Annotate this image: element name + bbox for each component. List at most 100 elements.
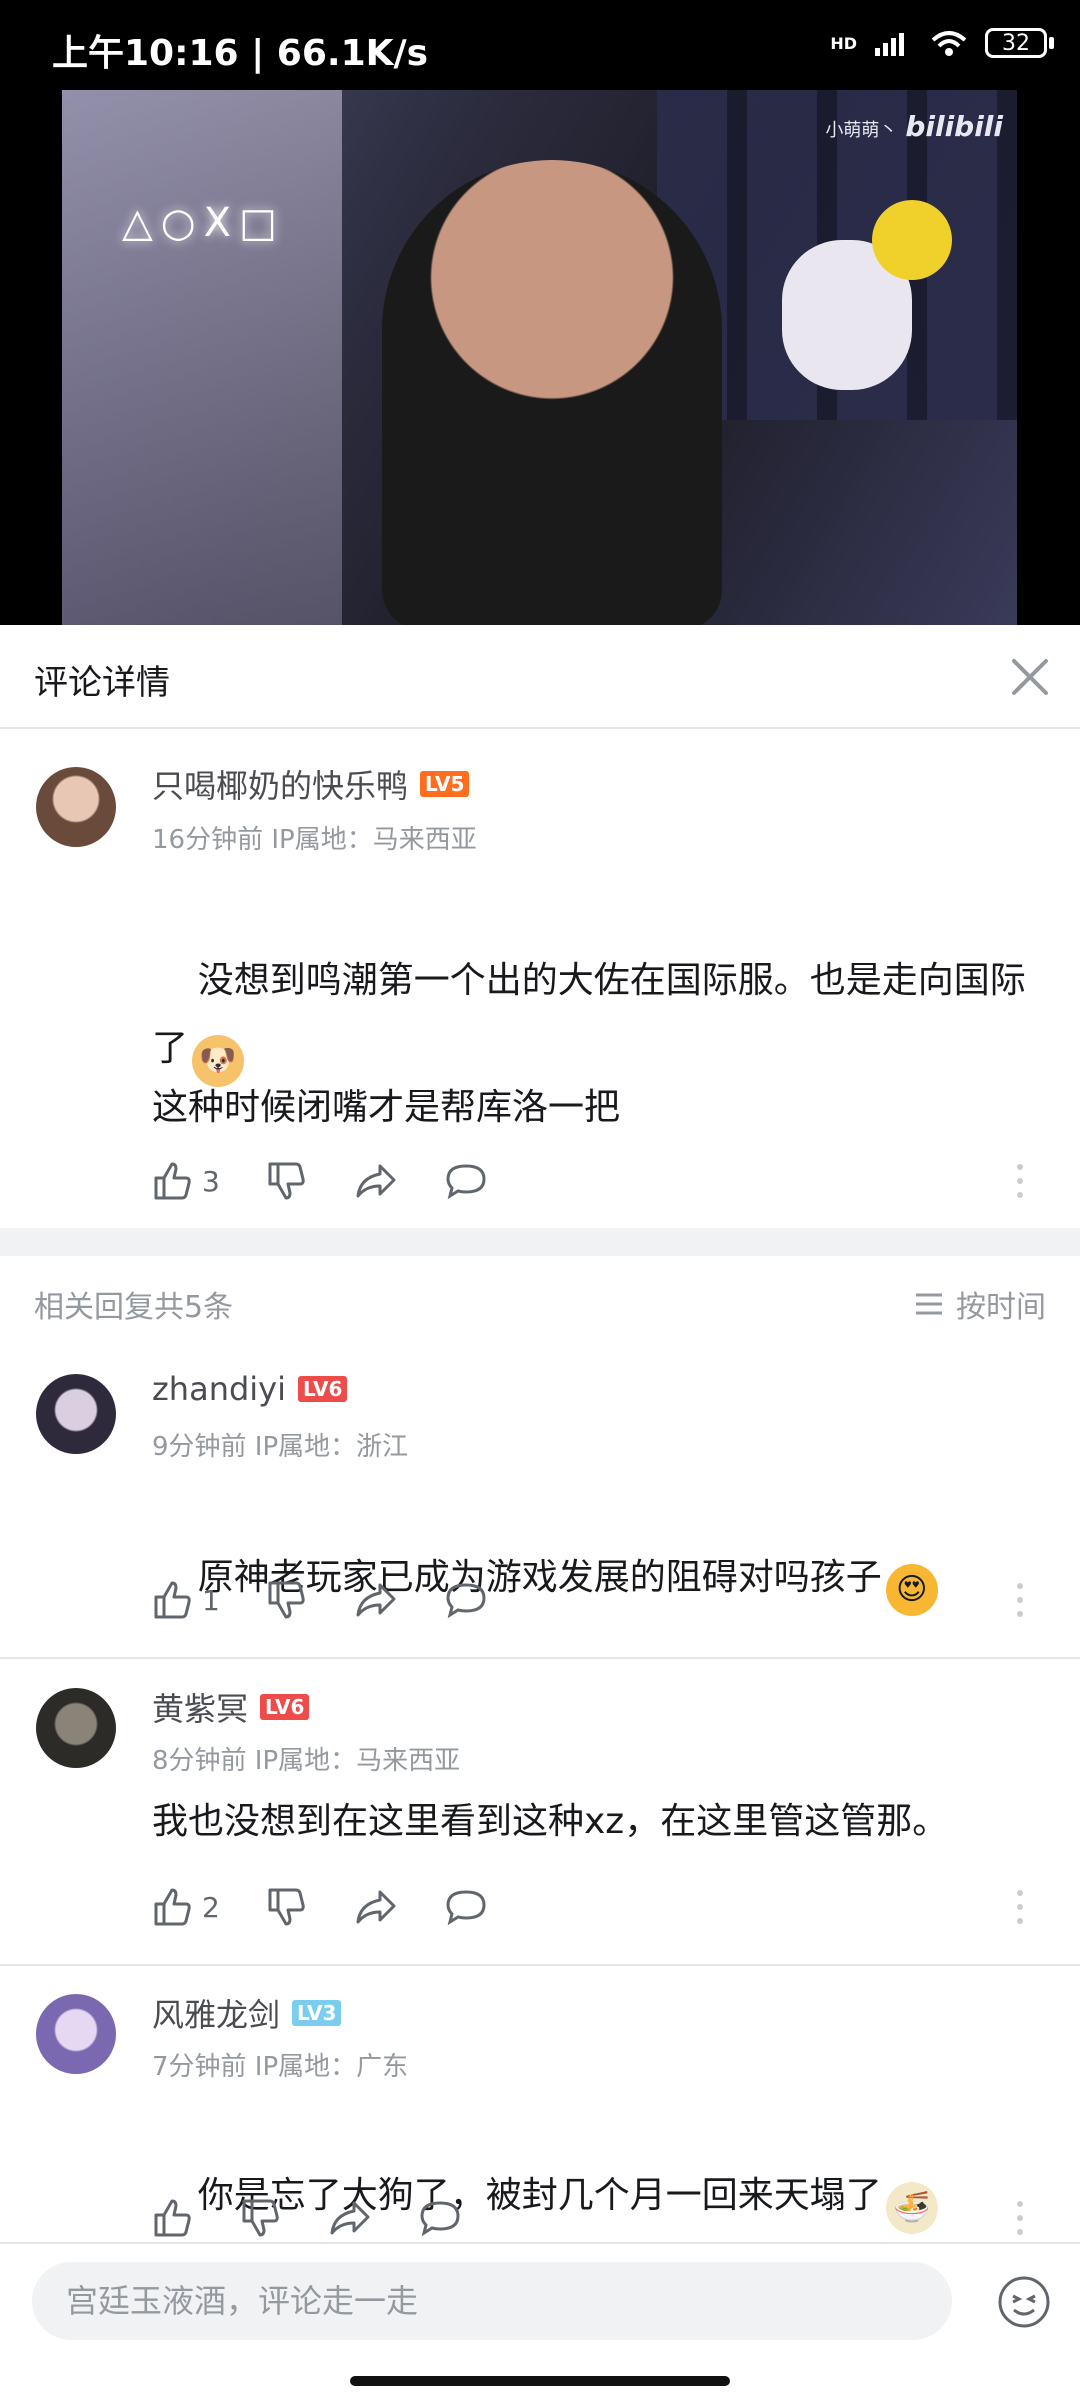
comment-content-2: 这种时候闭嘴才是帮库洛一把 <box>152 1087 621 1128</box>
section-divider <box>0 1228 1080 1256</box>
video-frame: △○X□ 小萌萌丶 bilibili <box>62 90 1017 625</box>
like-count: 2 <box>202 1890 220 1924</box>
like-count: 3 <box>202 1164 220 1198</box>
status-icons: HD 32 <box>830 28 1054 58</box>
reply-meta: 8分钟前 IP属地：马来西亚 <box>152 1746 461 1776</box>
share-button[interactable] <box>328 2197 372 2239</box>
sort-button[interactable]: 按时间 <box>914 1282 1046 1326</box>
sort-icon <box>916 1293 942 1315</box>
author-name: 只喝椰奶的快乐鸭 <box>152 767 409 805</box>
dislike-button[interactable] <box>266 1160 308 1202</box>
share-button[interactable] <box>354 1579 398 1621</box>
like-icon <box>154 1162 191 1200</box>
replies-header: 相关回复共5条 按时间 <box>0 1256 1080 1346</box>
reply-button[interactable] <box>444 1160 488 1202</box>
reply-count: 相关回复共5条 <box>34 1290 234 1325</box>
reply-item: 黄紫冥 LV6 8分钟前 IP属地：马来西亚 我也没想到在这里看到这种xz，在这… <box>0 1660 1080 1966</box>
share-button[interactable] <box>354 1160 398 1202</box>
battery-tip <box>1049 37 1054 49</box>
share-icon <box>356 1164 396 1198</box>
comment-text: 没想到鸣潮第一个出的大佐在国际服。也是走向国际了 <box>152 960 1026 1069</box>
comment-author[interactable]: 只喝椰奶的快乐鸭 LV5 <box>152 761 470 807</box>
avatar[interactable] <box>36 1994 116 2074</box>
emoji-icon[interactable] <box>996 2274 1052 2330</box>
reply-icon <box>446 1164 486 1200</box>
like-button[interactable]: 3 <box>152 1160 220 1202</box>
level-badge: LV5 <box>420 771 470 797</box>
level-badge: LV3 <box>292 2000 342 2026</box>
reply-meta: 7分钟前 IP属地：广东 <box>152 2052 409 2082</box>
main-comment: 只喝椰奶的快乐鸭 LV5 16分钟前 IP属地：马来西亚 没想到鸣潮第一个出的大… <box>0 729 1080 1228</box>
like-icon <box>154 1888 191 1926</box>
more-icon[interactable] <box>1014 2198 1026 2238</box>
watermark-brand: bilibili <box>905 110 1003 143</box>
network-type: HD <box>830 33 857 53</box>
share-icon <box>356 1890 396 1924</box>
reply-separator <box>0 1657 1080 1659</box>
level-badge: LV6 <box>298 1376 348 1402</box>
video-player[interactable]: △○X□ 小萌萌丶 bilibili <box>0 90 1080 625</box>
level-badge: LV6 <box>260 1694 310 1720</box>
reply-actions: 2 <box>152 1885 1032 1929</box>
watermark-user: 小萌萌丶 <box>825 120 898 141</box>
reply-author[interactable]: zhandiyi LV6 <box>152 1370 348 1408</box>
like-button[interactable]: 1 <box>152 1579 220 1621</box>
page-title: 评论详情 <box>34 663 170 703</box>
avatar[interactable] <box>36 1688 116 1768</box>
reply-button[interactable] <box>444 1579 488 1621</box>
dislike-icon <box>242 2199 279 2237</box>
author-name: 黄紫冥 <box>152 1690 249 1728</box>
share-button[interactable] <box>354 1886 398 1928</box>
reply-icon <box>446 1890 486 1926</box>
dislike-button[interactable] <box>266 1579 308 1621</box>
comment-actions: 3 <box>152 1159 1032 1203</box>
reply-actions <box>152 2196 1032 2240</box>
comment-meta: 16分钟前 IP属地：马来西亚 <box>152 825 477 855</box>
reply-item: 风雅龙剑 LV3 7分钟前 IP属地：广东 你是忘了大狗了，被封几个月一回来天塌… <box>0 1966 1080 2242</box>
dislike-button[interactable] <box>240 2197 282 2239</box>
like-button[interactable] <box>152 2197 194 2239</box>
more-icon[interactable] <box>1014 1887 1026 1927</box>
home-indicator <box>350 2376 730 2386</box>
dislike-icon <box>268 1162 305 1200</box>
reply-icon <box>446 1583 486 1619</box>
video-plush-ball <box>872 200 952 280</box>
dislike-icon <box>268 1581 305 1619</box>
battery-icon: 32 <box>985 28 1047 58</box>
share-icon <box>330 2201 370 2235</box>
close-icon[interactable] <box>998 645 1062 709</box>
reply-item: zhandiyi LV6 9分钟前 IP属地：浙江 原神老玩家已成为游戏发展的阻… <box>0 1346 1080 1658</box>
like-icon <box>154 2199 191 2237</box>
comment-input[interactable]: 宫廷玉液酒，评论走一走 <box>32 2262 952 2340</box>
video-streamer <box>382 160 722 625</box>
reply-button[interactable] <box>418 2197 462 2239</box>
status-time: 上午10:16 | 66.1K/s <box>52 33 429 74</box>
like-count: 1 <box>202 1583 220 1617</box>
status-bar: 上午10:16 | 66.1K/s HD 32 <box>0 0 1080 90</box>
reply-button[interactable] <box>444 1886 488 1928</box>
reply-meta: 9分钟前 IP属地：浙江 <box>152 1432 409 1462</box>
reply-content: 我也没想到在这里看到这种xz，在这里管这管那。 <box>152 1801 949 1842</box>
more-icon[interactable] <box>1014 1161 1026 1201</box>
sort-label: 按时间 <box>956 1290 1046 1325</box>
like-button[interactable]: 2 <box>152 1886 220 1928</box>
avatar[interactable] <box>36 1374 116 1454</box>
dislike-button[interactable] <box>266 1886 308 1928</box>
comment-detail-header: 评论详情 <box>0 625 1080 729</box>
reply-icon <box>420 2201 460 2237</box>
wifi-icon <box>931 31 967 56</box>
video-watermark: 小萌萌丶 bilibili <box>825 110 1003 143</box>
signal-icon <box>875 33 904 56</box>
neon-sign: △○X□ <box>122 200 285 246</box>
reply-actions: 1 <box>152 1578 1032 1622</box>
reply-author[interactable]: 风雅龙剑 LV3 <box>152 1990 342 2036</box>
author-name: 风雅龙剑 <box>152 1996 281 2034</box>
reply-author[interactable]: 黄紫冥 LV6 <box>152 1684 310 1730</box>
video-background-shelf <box>62 90 342 625</box>
like-icon <box>154 1581 191 1619</box>
dislike-icon <box>268 1888 305 1926</box>
author-name: zhandiyi <box>152 1370 286 1408</box>
share-icon <box>356 1583 396 1617</box>
avatar[interactable] <box>36 767 116 847</box>
more-icon[interactable] <box>1014 1580 1026 1620</box>
